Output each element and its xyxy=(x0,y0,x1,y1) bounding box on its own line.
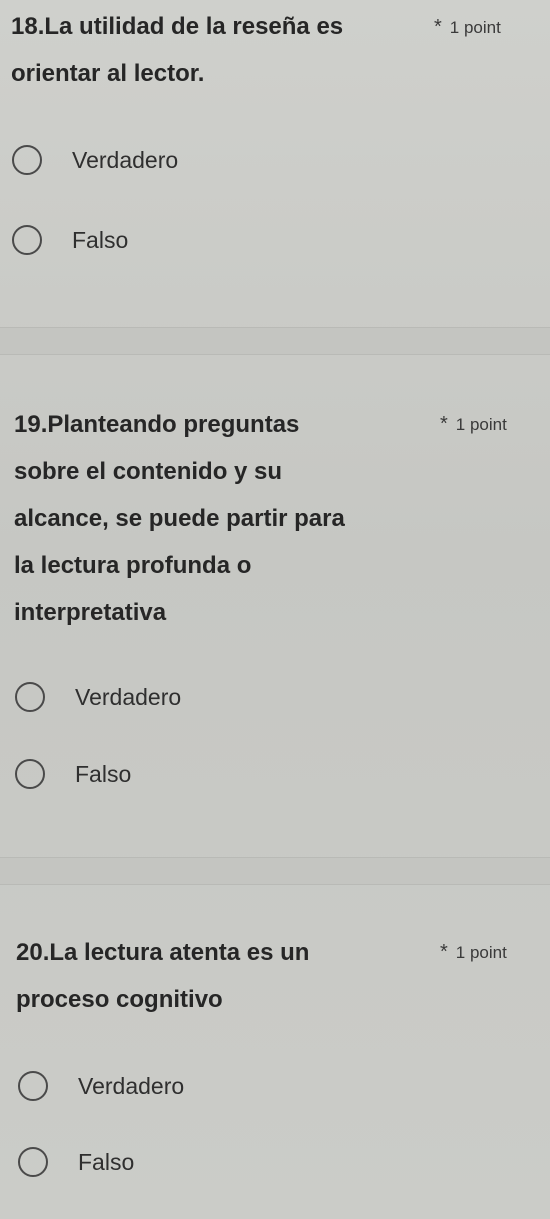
question-19-option-true[interactable]: Verdadero xyxy=(15,677,181,717)
form-page: 18.La utilidad de la reseña es orientar … xyxy=(0,0,550,1219)
section-divider xyxy=(0,857,550,885)
radio-unchecked-icon[interactable] xyxy=(15,759,45,789)
question-20-points-label: 1 point xyxy=(455,943,507,962)
question-20-title: 20.La lectura atenta es un proceso cogni… xyxy=(16,939,310,1013)
option-label: Falso xyxy=(78,1148,135,1175)
question-19-points-label: 1 point xyxy=(455,415,507,434)
radio-unchecked-icon[interactable] xyxy=(12,145,42,175)
option-label: Falso xyxy=(75,760,132,787)
radio-unchecked-icon[interactable] xyxy=(15,682,45,712)
question-19-title: 19.Planteando preguntas sobre el conteni… xyxy=(14,411,345,626)
radio-unchecked-icon[interactable] xyxy=(12,225,42,255)
question-19-option-false[interactable]: Falso xyxy=(15,754,131,794)
question-19-points: * 1 point xyxy=(440,413,507,436)
question-18-points-label: 1 point xyxy=(449,18,501,37)
question-18-points: * 1 point xyxy=(434,16,501,39)
question-18-option-false[interactable]: Falso xyxy=(12,220,128,260)
question-20-option-false[interactable]: Falso xyxy=(18,1142,134,1182)
question-18-title: 18.La utilidad de la reseña es orientar … xyxy=(11,13,344,87)
radio-unchecked-icon[interactable] xyxy=(18,1147,48,1177)
section-divider xyxy=(0,327,550,355)
option-label: Verdadero xyxy=(75,683,182,710)
asterisk-icon: * xyxy=(440,413,448,435)
radio-unchecked-icon[interactable] xyxy=(18,1071,48,1101)
option-label: Verdadero xyxy=(78,1072,185,1099)
question-20-option-true[interactable]: Verdadero xyxy=(18,1066,184,1106)
asterisk-icon: * xyxy=(434,16,442,38)
asterisk-icon: * xyxy=(440,941,448,963)
option-label: Verdadero xyxy=(72,146,179,173)
option-label: Falso xyxy=(72,226,129,253)
question-20-points: * 1 point xyxy=(440,941,507,964)
question-18-option-true[interactable]: Verdadero xyxy=(12,140,178,180)
